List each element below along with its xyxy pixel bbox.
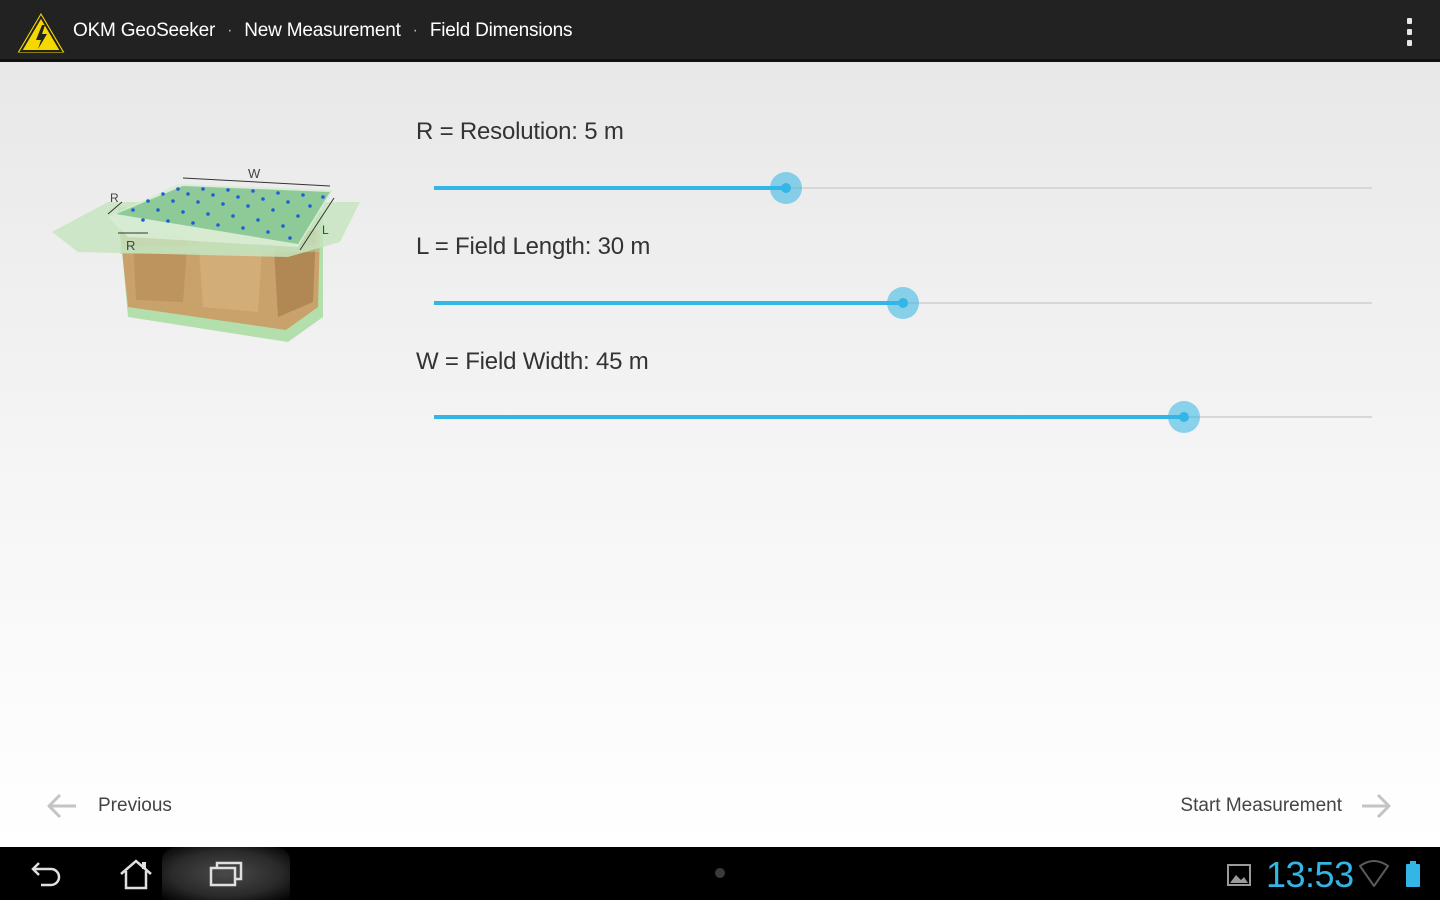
recent-apps-icon <box>209 861 243 886</box>
breadcrumb-new-measurement[interactable]: New Measurement <box>244 20 401 42</box>
illustration-label-r-top: R <box>110 191 119 205</box>
illustration-label-r-bottom: R <box>126 238 135 253</box>
slider-fill <box>434 301 903 305</box>
breadcrumb-app[interactable]: OKM GeoSeeker <box>73 20 215 42</box>
slider-thumb[interactable] <box>1168 401 1201 433</box>
start-measurement-button[interactable]: Start Measurement <box>1180 778 1392 834</box>
breadcrumb-separator: · <box>227 22 233 39</box>
field-width-label: W = Field Width: 45 m <box>416 348 649 375</box>
field-length-label: L = Field Length: 30 m <box>416 233 651 260</box>
overflow-menu-icon[interactable] <box>1402 18 1416 46</box>
resolution-slider[interactable] <box>434 168 1372 208</box>
slider-fill <box>434 415 1185 419</box>
arrow-right-icon <box>1362 793 1391 819</box>
breadcrumb-field-dimensions: Field Dimensions <box>429 20 573 41</box>
slider-thumb[interactable] <box>769 172 802 204</box>
wifi-icon <box>1359 860 1389 887</box>
system-bar-indicator <box>715 868 725 878</box>
illustration-label-l: L <box>322 223 329 237</box>
status-clock[interactable]: 13:53 <box>1266 847 1354 900</box>
start-measurement-label: Start Measurement <box>1180 795 1342 816</box>
illustration-label-w: W <box>248 166 261 181</box>
back-icon <box>31 861 61 886</box>
slider-thumb[interactable] <box>887 287 919 319</box>
main-content: W R R L R = Resolution: 5 m L = Field Le… <box>0 62 1440 847</box>
home-icon <box>120 858 152 889</box>
arrow-left-icon <box>47 793 76 819</box>
recent-apps-button[interactable] <box>162 847 290 900</box>
back-button[interactable] <box>22 847 72 900</box>
home-button[interactable] <box>110 847 162 900</box>
field-width-slider[interactable] <box>434 397 1372 437</box>
battery-icon <box>1406 861 1420 887</box>
field-length-slider[interactable] <box>434 283 1372 323</box>
gallery-notification-icon[interactable] <box>1226 862 1252 888</box>
warning-triangle-icon[interactable] <box>12 7 70 57</box>
previous-button[interactable]: Previous <box>46 778 172 834</box>
resolution-label: R = Resolution: 5 m <box>416 118 624 145</box>
slider-fill <box>434 186 786 190</box>
previous-label: Previous <box>98 795 172 816</box>
breadcrumb: OKM GeoSeeker · New Measurement · Field … <box>73 0 573 62</box>
breadcrumb-separator: · <box>412 22 418 39</box>
action-bar: OKM GeoSeeker · New Measurement · Field … <box>0 0 1440 62</box>
field-illustration: W R R L <box>52 166 360 342</box>
